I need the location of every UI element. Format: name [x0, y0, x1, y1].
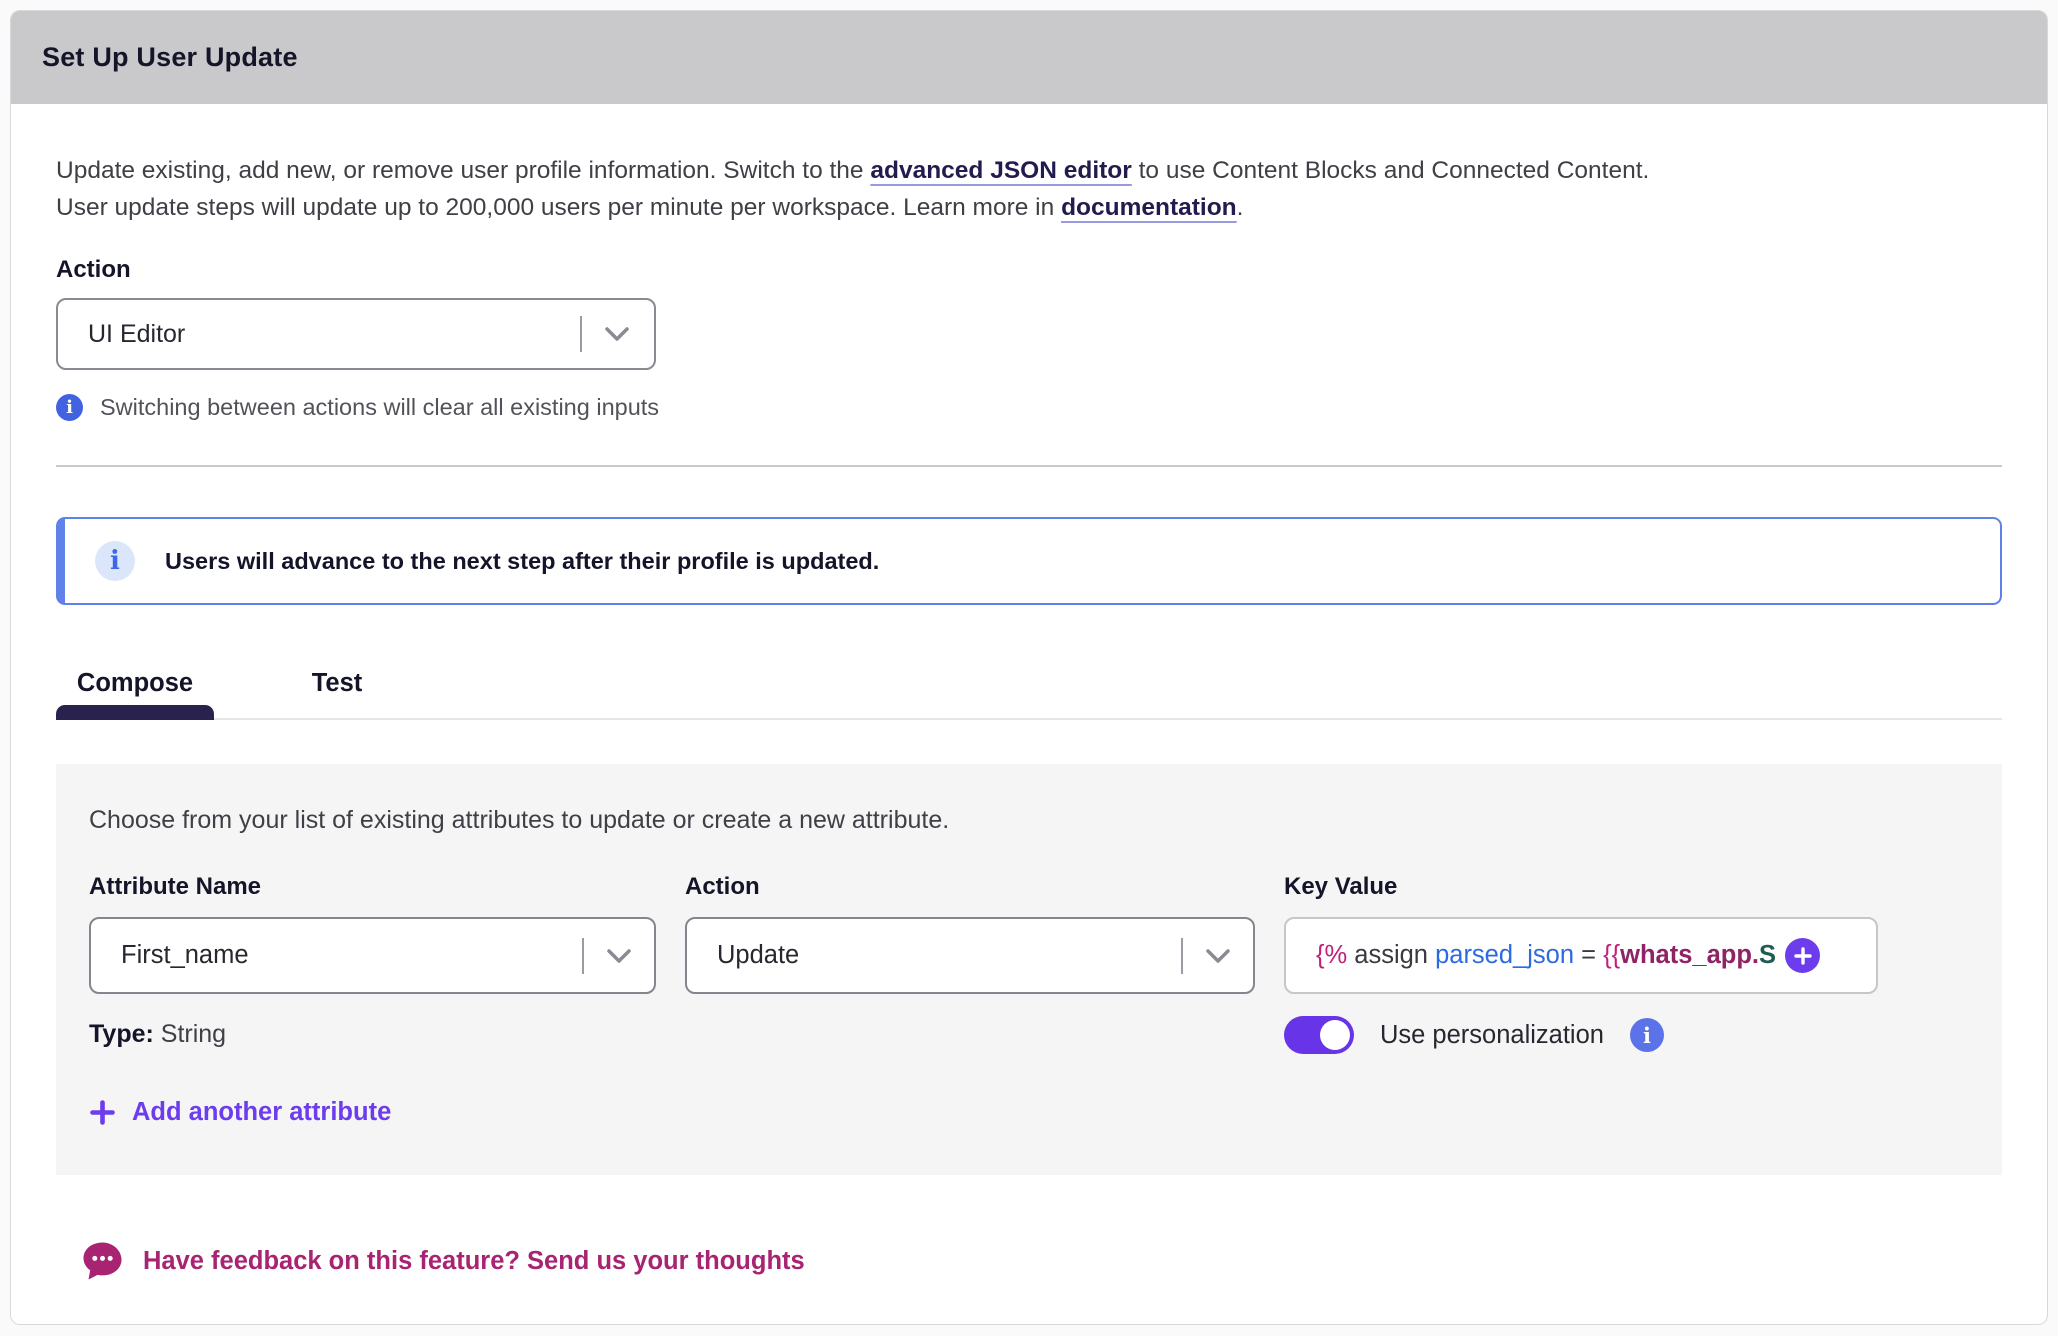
action-select-value: UI Editor — [88, 320, 185, 349]
intro-text-4: . — [1237, 194, 1244, 221]
liquid-token: whats_app. — [1620, 941, 1759, 969]
liquid-token: {% — [1316, 941, 1354, 969]
tab-compose-label: Compose — [77, 669, 193, 697]
chevron-down-icon — [1205, 948, 1231, 964]
attribute-type: Type: String — [89, 1020, 656, 1049]
action-select[interactable]: UI Editor — [56, 298, 656, 370]
liquid-code: {% assign parsed_json = {{whats_app.S — [1316, 941, 1781, 970]
card-body: Update existing, add new, or remove user… — [11, 104, 2047, 1286]
toggle-knob — [1320, 1020, 1350, 1050]
feedback-link[interactable]: Have feedback on this feature? Send us y… — [82, 1241, 805, 1281]
page-title: Set Up User Update — [42, 42, 298, 73]
liquid-token: assign — [1354, 941, 1435, 969]
banner-text: Users will advance to the next step afte… — [165, 548, 879, 575]
attribute-action-select[interactable]: Update — [685, 917, 1255, 994]
attribute-action-value: Update — [717, 941, 799, 970]
chevron-down-icon — [604, 326, 630, 342]
select-divider — [580, 316, 582, 352]
type-label: Type: — [89, 1020, 154, 1048]
key-value-input[interactable]: {% assign parsed_json = {{whats_app.S — [1284, 917, 1878, 994]
section-divider — [56, 465, 2002, 467]
liquid-token: = — [1574, 941, 1603, 969]
advanced-json-editor-link[interactable]: advanced JSON editor — [870, 157, 1131, 184]
tab-compose[interactable]: Compose — [56, 669, 214, 718]
select-divider — [582, 938, 584, 974]
compose-panel: Choose from your list of existing attrib… — [56, 764, 2002, 1175]
info-banner: i Users will advance to the next step af… — [56, 517, 2002, 605]
add-attribute-button[interactable]: Add another attribute — [89, 1098, 391, 1127]
plus-icon — [89, 1099, 116, 1126]
attribute-name-label: Attribute Name — [89, 873, 656, 901]
intro-paragraph: Update existing, add new, or remove user… — [56, 152, 2002, 226]
tab-test[interactable]: Test — [282, 669, 392, 718]
active-tab-indicator — [56, 705, 214, 720]
attribute-name-select[interactable]: First_name — [89, 917, 656, 994]
documentation-link[interactable]: documentation — [1061, 194, 1237, 221]
attribute-name-value: First_name — [121, 941, 249, 970]
attribute-action-field: Action Update — [685, 873, 1255, 1054]
action-label: Action — [56, 256, 2002, 284]
bubble-shape — [84, 1243, 122, 1280]
intro-text-3: User update steps will update up to 200,… — [56, 194, 1061, 221]
select-divider — [1181, 938, 1183, 974]
chevron-down-icon — [606, 948, 632, 964]
liquid-token: {{ — [1603, 941, 1620, 969]
liquid-token: parsed_json — [1435, 941, 1574, 969]
key-value-label: Key Value — [1284, 873, 1878, 901]
page: { "window": { "title": "Set Up User Upda… — [0, 0, 2058, 1336]
info-icon: i — [56, 394, 83, 421]
key-value-field: Key Value {% assign parsed_json = {{what… — [1284, 873, 1878, 1054]
intro-text-1: Update existing, add new, or remove user… — [56, 157, 870, 184]
personalization-info-icon[interactable]: i — [1630, 1018, 1664, 1052]
feedback-text: Have feedback on this feature? Send us y… — [143, 1247, 805, 1276]
personalization-label: Use personalization — [1380, 1021, 1604, 1050]
add-attribute-label: Add another attribute — [132, 1098, 391, 1127]
personalization-row: Use personalization i — [1284, 1016, 1878, 1054]
attribute-name-field: Attribute Name First_name Type: String — [89, 873, 656, 1054]
card-header: Set Up User Update — [11, 11, 2047, 104]
instruction-text: Choose from your list of existing attrib… — [89, 806, 1969, 835]
add-personalization-button[interactable] — [1785, 938, 1820, 973]
note-text: Switching between actions will clear all… — [100, 394, 659, 421]
setup-card: Set Up User Update Update existing, add … — [10, 10, 2048, 1325]
use-personalization-toggle[interactable] — [1284, 1016, 1354, 1054]
type-value-text: String — [161, 1020, 226, 1048]
intro-text-2: to use Content Blocks and Connected Cont… — [1132, 157, 1650, 184]
attribute-action-label: Action — [685, 873, 1255, 901]
tab-bar: Compose Test — [56, 669, 2002, 720]
attribute-row: Attribute Name First_name Type: String — [89, 873, 1969, 1054]
action-switch-note: i Switching between actions will clear a… — [56, 394, 2002, 421]
chat-bubble-icon — [82, 1241, 123, 1281]
tab-test-label: Test — [312, 669, 363, 697]
liquid-token: S — [1759, 941, 1776, 969]
intro-line-1: Update existing, add new, or remove user… — [56, 152, 2002, 189]
intro-line-2: User update steps will update up to 200,… — [56, 189, 2002, 226]
banner-info-icon: i — [95, 541, 135, 581]
